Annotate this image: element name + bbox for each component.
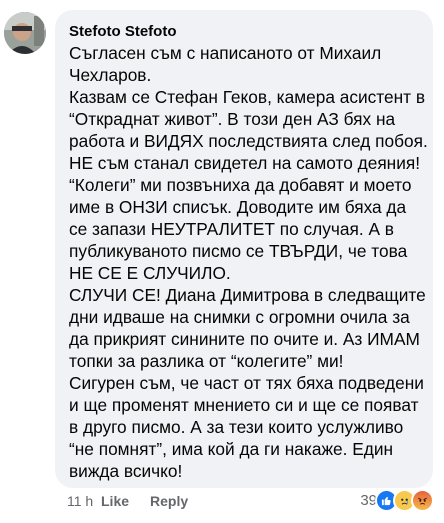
comment-bubble: Stefoto Stefoto Съгласен съм с написанот… [55, 10, 433, 488]
comment-line: “Колеги” ми позвъниха да добавят и моето [69, 175, 412, 195]
like-button[interactable]: Like [101, 493, 150, 509]
comment-line: СЛУЧИ СЕ! Диана Димитрова в следващите [69, 285, 426, 305]
avatar-photo [4, 12, 46, 54]
comment-line: топки за разлика от “колегите” ми! [69, 351, 344, 371]
comment-timestamp[interactable]: 11 h [67, 493, 101, 509]
comment-line: Чехларов. [69, 65, 152, 85]
comment-text: Съгласен съм с написаното от Михаил Чехл… [69, 42, 428, 482]
reaction-summary[interactable]: 39 [360, 488, 434, 512]
comment-line: и ще променят мнението си и ще се появат [69, 395, 419, 415]
comment-author[interactable]: Stefoto Stefoto [69, 23, 419, 41]
comment-line: “Откраднат живот”. В този ден АЗ бях на [69, 109, 396, 129]
comment-line: публикуваното писмо се ТВЪРДИ, че това [69, 241, 408, 261]
comment-line: да прикрият синините по очите и. Аз ИМАМ [69, 329, 420, 349]
comment-line: НЕ съм станал свидетел на самото деяния! [69, 153, 421, 173]
comment-line: Казвам се Стефан Геков, камера асистент … [69, 87, 426, 107]
reply-button[interactable]: Reply [150, 493, 188, 509]
avatar[interactable] [4, 12, 46, 54]
comment-line: “не помнят”, има кой да ги накаже. Един [69, 439, 394, 459]
comment-line: Съгласен съм с написаното от Михаил [69, 43, 382, 63]
comment-line: име в ОНЗИ списък. Доводите им бяха да [69, 197, 407, 217]
angry-face-icon [411, 488, 434, 512]
comment-line: работа и ВИДЯХ последствията след побоя. [69, 131, 428, 151]
comment-line: Сигурен съм, че част от тях бяха подведе… [69, 373, 424, 393]
comment-line: в друго писмо. А за тези които услужливо [69, 417, 404, 437]
comment-line: вижда всичко! [69, 461, 183, 481]
comment-actions: 11 h Like Reply [67, 489, 188, 513]
comment-line: НЕ СЕ Е СЛУЧИЛО. [69, 263, 231, 283]
comment-line: се запази НЕУТРАЛИТЕТ по случая. А в [69, 219, 394, 239]
comment-line: дни идваше на снимки с огромни очила за [69, 307, 410, 327]
